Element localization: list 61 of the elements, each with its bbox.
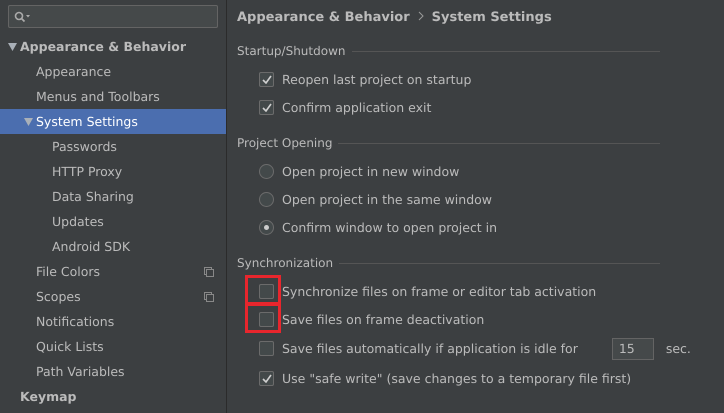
item-label: Scopes (36, 289, 82, 304)
radio-button[interactable] (259, 220, 274, 234)
breadcrumb-item: System Settings (432, 10, 552, 25)
option-label: Confirm window to open project in (282, 220, 498, 234)
radio-button[interactable] (259, 192, 274, 206)
checkbox[interactable] (259, 284, 274, 298)
item-label: Keymap (20, 389, 78, 404)
checkbox[interactable] (259, 100, 274, 114)
item-label: Appearance & Behavior (20, 39, 187, 54)
option-label: Open project in new window (282, 164, 460, 178)
tree-item[interactable]: Updates (0, 209, 226, 234)
checkbox[interactable] (259, 72, 274, 86)
radio-button[interactable] (259, 164, 274, 178)
checkmark-icon (262, 102, 272, 112)
tree-item[interactable]: Quick Lists (0, 334, 226, 359)
tree-item[interactable]: Path Variables (0, 359, 226, 384)
item-label: Quick Lists (36, 339, 105, 354)
checkmark-icon (262, 374, 272, 382)
section-title: Project Opening (237, 136, 332, 150)
unit-label: sec. (666, 341, 691, 356)
option-label: Open project in the same window (282, 192, 492, 206)
tree-item[interactable]: Appearance (0, 59, 226, 84)
chevron-icon (418, 11, 424, 21)
breadcrumb-item: Appearance & Behavior (237, 10, 410, 25)
option-label: Use "safe write" (save changes to a temporary file first) (282, 370, 632, 386)
item-label: Appearance (36, 64, 112, 79)
item-label: Passwords (52, 139, 118, 154)
tree-item[interactable]: Keymap (0, 384, 226, 409)
search-field[interactable] (8, 5, 218, 28)
tree-item[interactable]: Passwords (0, 134, 226, 159)
checkbox[interactable] (259, 312, 274, 326)
tree-item[interactable]: Scopes (0, 284, 226, 309)
tree-item[interactable]: Data Sharing (0, 184, 226, 209)
tree-item[interactable]: Menus and Toolbars (0, 84, 226, 109)
tree-item[interactable]: System Settings (0, 109, 226, 134)
tree-item[interactable]: File Colors (0, 259, 226, 284)
checkbox[interactable] (259, 370, 274, 386)
checkbox[interactable] (259, 341, 274, 356)
item-label: Data Sharing (52, 189, 135, 204)
section-title: Synchronization (237, 256, 334, 270)
item-label: HTTP Proxy (52, 164, 124, 179)
checkmark-icon (262, 74, 272, 84)
option-label: Reopen last project on startup (282, 72, 472, 86)
item-label: Updates (52, 214, 105, 229)
option-label: Save files on frame deactivation (282, 312, 484, 326)
section-title: Startup/Shutdown (237, 44, 346, 58)
item-label: Android SDK (52, 239, 132, 254)
item-label: System Settings (36, 114, 139, 129)
option-label: Synchronize files on frame or editor tab activation (282, 284, 596, 298)
item-label: File Colors (36, 264, 102, 279)
search-icon (14, 10, 31, 22)
tree-item[interactable]: Appearance & Behavior (0, 34, 226, 59)
option-label: Confirm application exit (282, 100, 432, 114)
tree-item[interactable]: Notifications (0, 309, 226, 334)
item-label: Menus and Toolbars (36, 89, 161, 104)
tree-item[interactable]: Android SDK (0, 234, 226, 259)
input-field[interactable]: 15 (612, 338, 654, 360)
option-label: Save files automatically if application is idle for (282, 341, 578, 356)
item-label: Path Variables (36, 364, 126, 379)
tree-item[interactable]: HTTP Proxy (0, 159, 226, 184)
item-label: Notifications (36, 314, 116, 329)
